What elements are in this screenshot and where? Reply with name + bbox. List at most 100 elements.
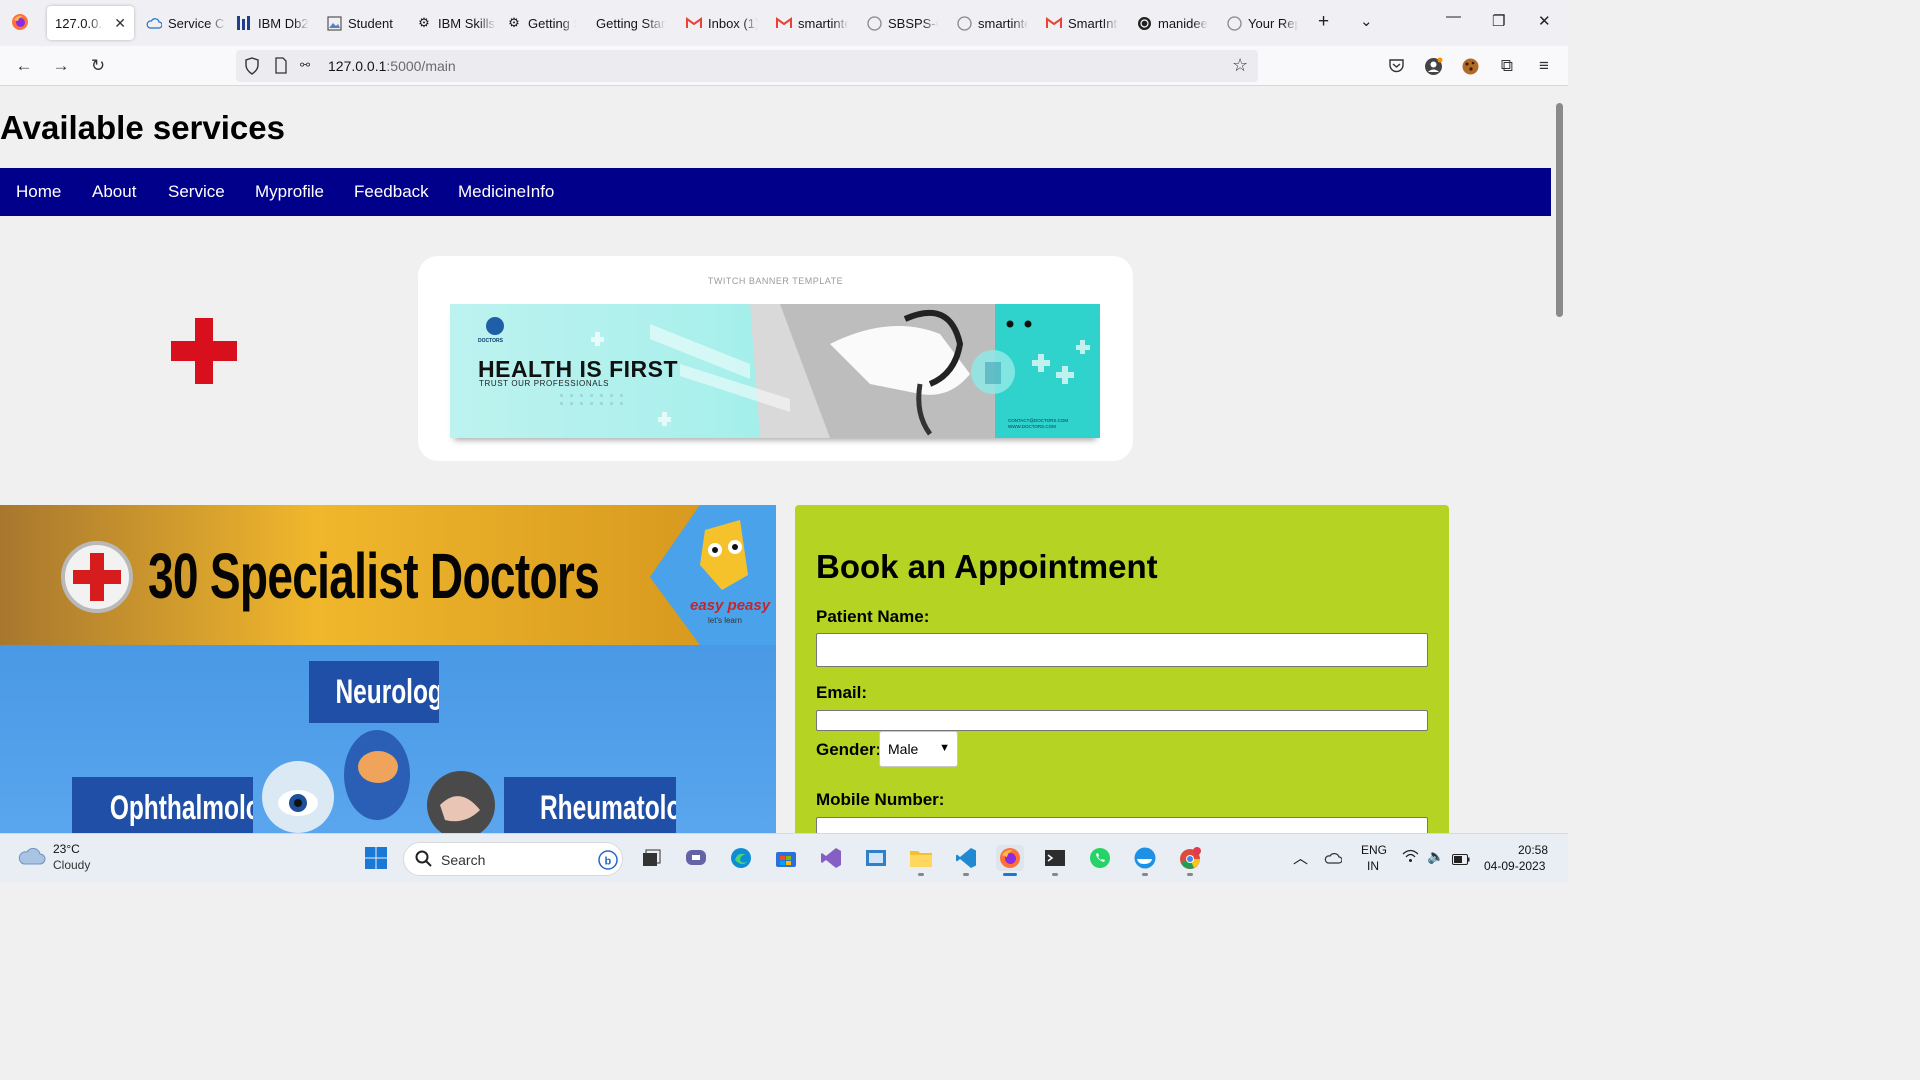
skills-icon: ⚙ [418,15,430,30]
volume-icon[interactable]: 🔈 [1427,848,1444,865]
ms-store-icon[interactable] [772,845,800,871]
reload-icon[interactable]: ↻ [88,56,108,76]
tab-manideep[interactable]: manideep [1136,6,1208,40]
tab-label: Getting Started [528,15,576,31]
health-banner-image: DOCTORS HEALTH IS FIRST TRUST OUR PROFES… [450,304,1100,438]
url-bar[interactable]: ⚯ 127.0.0.1:5000/main ☆ [236,50,1258,82]
active-indicator [1003,873,1017,876]
gender-select[interactable]: Male ▼ [879,731,958,767]
appointment-form: Book an Appointment Patient Name: Email:… [795,505,1449,833]
tab-label: Service Credentials [168,15,226,31]
svg-text:b: b [605,856,612,868]
extensions-puzzle-icon[interactable]: ⧉ [1497,56,1517,76]
tab-sbsps[interactable]: SBSPS-Challenge [866,6,938,40]
close-tab-icon[interactable]: ✕ [114,15,126,32]
nav-about[interactable]: About [92,182,136,202]
shield-icon[interactable] [244,57,260,80]
clock-date[interactable]: 04-09-2023 [1484,859,1545,873]
app-icon[interactable] [862,845,890,871]
whatsapp-icon[interactable] [1086,845,1114,871]
chatgpt-icon [1136,15,1152,31]
windows-start-icon[interactable] [362,845,390,871]
tab-service-credentials[interactable]: Service Credentials [146,6,226,40]
edge-icon[interactable] [727,845,755,871]
tab-smartinternz-mail-2[interactable]: SmartInternz [1046,6,1118,40]
email-label: Email: [816,683,868,702]
tab-label: 127.0.0.1:5000/main [55,15,105,31]
tab-active[interactable]: 127.0.0.1:5000/main ✕ [47,6,134,40]
banner-logo-text: DOCTORS [478,338,503,344]
tab-ibm-db2[interactable]: IBM Db2 [236,6,316,40]
hamburger-menu-icon[interactable]: ≡ [1534,56,1554,76]
tab-label: Your Repositories [1248,15,1298,31]
language-indicator[interactable]: ENG [1361,843,1387,857]
page-viewport: Available services Home About Service My… [0,87,1551,833]
task-view-icon[interactable] [637,845,665,871]
nav-home[interactable]: Home [16,182,61,202]
tab-list-chevron-icon[interactable]: ⌄ [1360,12,1373,30]
chrome-icon[interactable] [1176,845,1204,876]
pocket-icon[interactable] [1386,56,1406,76]
github-icon [866,15,882,31]
nav-medicineinfo[interactable]: MedicineInfo [458,182,554,202]
ophthalmologist-label: Ophthalmologist [72,777,253,833]
hero-banner-card: TWITCH BANNER TEMPLATE DOCTORS HEALTH IS… [418,256,1133,461]
visual-studio-icon[interactable] [817,845,845,871]
restore-icon[interactable]: ❐ [1492,12,1505,30]
firefox-icon[interactable] [996,845,1024,876]
tab-ibm-skillsbuild[interactable]: ⚙ IBM SkillsBuild [416,6,496,40]
teams-chat-icon[interactable] [682,845,710,871]
nav-service[interactable]: Service [168,182,225,202]
page-scrollbar[interactable] [1551,87,1568,833]
gender-value: Male [888,741,919,757]
search-icon [415,850,433,873]
close-window-icon[interactable]: ✕ [1538,12,1551,30]
cookie-extension-icon[interactable] [1460,56,1480,76]
terminal-icon[interactable] [1041,845,1069,876]
account-icon[interactable] [1423,56,1443,76]
show-hidden-icons-chevron[interactable]: ︿ [1293,847,1308,868]
weather-cloud-icon[interactable] [18,846,46,871]
page-icon[interactable] [274,57,288,79]
tab-your-repos[interactable]: Your Repositories [1226,6,1298,40]
tab-getting-started-2[interactable]: Getting Started [596,6,666,40]
back-icon[interactable]: ← [14,56,34,76]
patient-name-input[interactable] [816,633,1428,667]
url-path: :5000/main [386,58,456,74]
new-tab-icon[interactable]: + [1318,11,1329,33]
minimize-icon[interactable]: — [1446,8,1461,25]
scrollbar-thumb[interactable] [1556,103,1563,317]
gmail-icon [1046,15,1062,31]
onedrive-icon[interactable] [1324,851,1343,869]
nav-feedback[interactable]: Feedback [354,182,429,202]
vscode-icon[interactable] [952,845,980,876]
clock-time[interactable]: 20:58 [1518,843,1548,857]
file-explorer-icon[interactable] [907,845,935,876]
tab-smartinternz-mail[interactable]: smartinternz [776,6,848,40]
gmail-icon [776,15,792,31]
tab-getting-started-1[interactable]: ⚙ Getting Started [506,6,576,40]
battery-icon[interactable] [1452,852,1470,870]
lets-learn-text: let's learn [708,616,742,625]
taskbar-search[interactable]: Search b [403,842,623,876]
bookmark-star-icon[interactable]: ☆ [1232,55,1248,76]
firefox-menu-icon[interactable] [11,13,29,31]
region-indicator[interactable]: IN [1367,859,1379,873]
running-indicator [1052,873,1058,876]
forward-icon[interactable]: → [51,56,71,76]
permissions-icon[interactable]: ⚯ [300,58,310,72]
bing-icon[interactable]: b [598,850,618,875]
tab-student[interactable]: Student [326,6,398,40]
cloud-icon [146,15,162,31]
nav-myprofile[interactable]: Myprofile [255,182,324,202]
tab-inbox[interactable]: Inbox (1) [686,6,758,40]
chevron-down-icon: ▼ [939,742,950,754]
tab-label: SBSPS-Challenge [888,15,938,31]
docker-icon[interactable] [1131,845,1159,876]
mobile-number-input[interactable] [816,817,1428,833]
neurologist-label: Neurologist [309,661,439,723]
wifi-icon[interactable] [1402,849,1419,868]
specialist-doctors-image: 30 Specialist Doctors easy peasy let's l… [0,505,776,833]
tab-smartinternz-gh[interactable]: smartinternz [956,6,1028,40]
email-input[interactable] [816,710,1428,731]
